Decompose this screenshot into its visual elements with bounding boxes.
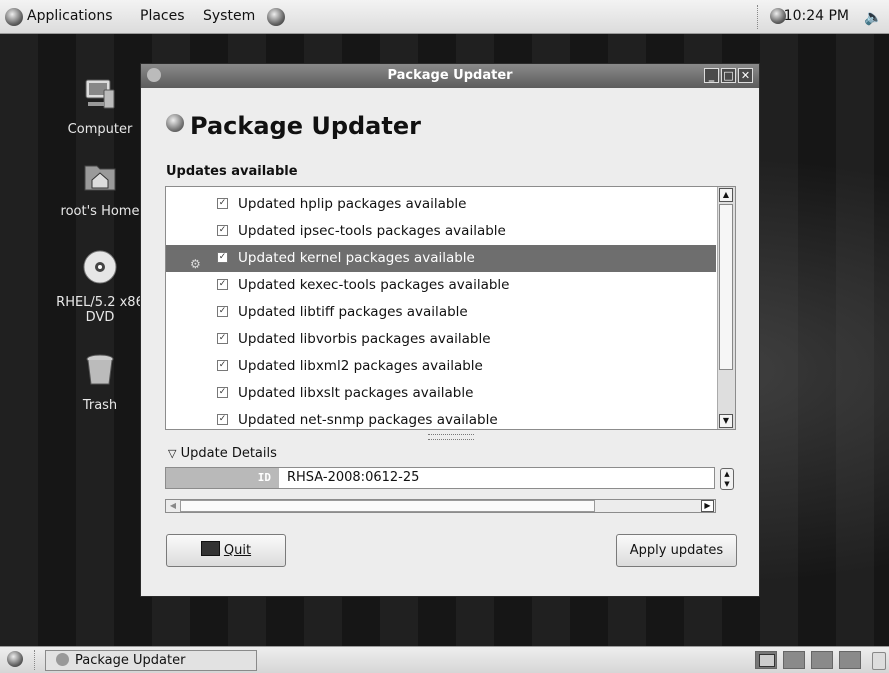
package-updater-icon (56, 653, 69, 666)
trash-applet-icon[interactable] (872, 652, 886, 670)
update-checkbox[interactable]: ✓ (217, 306, 228, 317)
window-titlebar[interactable]: Package Updater _ □ ✕ (141, 64, 759, 88)
panel-separator (757, 5, 762, 29)
details-spin-arrows-icon[interactable]: ▲ ▼ (720, 468, 734, 490)
workspace-1[interactable] (755, 651, 777, 669)
list-item[interactable]: ✓ Updated libtiff packages available (166, 299, 716, 326)
pane-resize-handle[interactable] (428, 434, 474, 440)
details-key: ID (166, 468, 279, 488)
update-label: Updated net-snmp packages available (238, 412, 498, 428)
workspace-2[interactable] (783, 651, 805, 669)
updates-list[interactable]: ✓ Updated hplip packages available ✓ Upd… (165, 186, 736, 430)
update-label: Updated libtiff packages available (238, 304, 468, 320)
update-label: Updated libxslt packages available (238, 385, 474, 401)
scroll-down-arrow-icon[interactable]: ▼ (719, 414, 733, 428)
desktop-icon-label: Computer (67, 122, 133, 137)
desktop-icon-home[interactable]: root's Home (50, 158, 150, 219)
list-item[interactable]: ✓ Updated kexec-tools packages available (166, 272, 716, 299)
scroll-left-arrow-icon[interactable]: ◀ (167, 501, 179, 511)
quit-label: Quit (223, 543, 252, 558)
horizontal-scrollbar[interactable]: ◀ ▶ (165, 499, 716, 513)
menu-places[interactable]: Places (140, 8, 185, 24)
update-checkbox[interactable]: ✓ (217, 198, 228, 209)
update-label: Updated ipsec-tools packages available (238, 223, 506, 239)
maximize-button[interactable]: □ (721, 68, 736, 83)
update-label: Updated kexec-tools packages available (238, 277, 510, 293)
desktop-icon-label: root's Home (60, 204, 140, 219)
list-item[interactable]: ✓ Updated hplip packages available (166, 191, 716, 218)
volume-icon[interactable]: 🔈 (864, 8, 883, 26)
workspace-4[interactable] (839, 651, 861, 669)
update-checkbox[interactable]: ✓ (217, 414, 228, 425)
close-button[interactable]: ✕ (738, 68, 753, 83)
update-details-expander[interactable]: ▽ Update Details (168, 446, 277, 461)
quit-button[interactable]: Quit (166, 534, 286, 567)
update-checkbox[interactable]: ✓ (217, 387, 228, 398)
update-label: Updated hplip packages available (238, 196, 467, 212)
update-checkbox[interactable]: ✓ (217, 225, 228, 236)
package-updater-icon (166, 114, 184, 132)
list-item[interactable]: ✓ Updated libvorbis packages available (166, 326, 716, 353)
update-label: Updated libvorbis packages available (238, 331, 491, 347)
applications-menu-icon[interactable] (5, 8, 23, 26)
desktop-icon-computer[interactable]: Computer (50, 76, 150, 137)
update-checkbox[interactable]: ✓ (217, 279, 228, 290)
desktop-icon-label: RHEL/5.2 x86 DVD (56, 295, 144, 325)
dvd-icon (83, 250, 117, 284)
trash-icon (86, 354, 114, 385)
scroll-right-arrow-icon[interactable]: ▶ (701, 500, 714, 512)
package-updater-window: Package Updater _ □ ✕ Package Updater Up… (140, 63, 760, 597)
quit-icon (200, 541, 220, 556)
apply-updates-button[interactable]: Apply updates (616, 534, 737, 567)
minimize-button[interactable]: _ (704, 68, 719, 83)
update-checkbox[interactable]: ✓ (217, 360, 228, 371)
menu-applications[interactable]: Applications (27, 8, 113, 24)
details-value: RHSA-2008:0612-25 (287, 470, 420, 485)
list-item-selected[interactable]: ⚙ ✓ Updated kernel packages available (166, 245, 716, 272)
update-label: Updated libxml2 packages available (238, 358, 483, 374)
update-checkbox[interactable]: ✓ (217, 333, 228, 344)
web-browser-launcher-icon[interactable] (267, 8, 285, 26)
horizontal-scrollbar-thumb[interactable] (180, 500, 595, 512)
clock[interactable]: 10:24 PM (784, 8, 849, 24)
apply-updates-label: Apply updates (629, 543, 724, 558)
updates-available-label: Updates available (166, 164, 298, 179)
vertical-scrollbar[interactable]: ▲ ▼ (717, 187, 735, 429)
show-desktop-icon[interactable] (7, 651, 23, 667)
expander-arrow-icon: ▽ (168, 447, 177, 460)
page-heading: Package Updater (166, 112, 421, 140)
list-item[interactable]: ✓ Updated net-snmp packages available (166, 407, 716, 429)
desktop-icon-label: Trash (82, 398, 118, 413)
computer-icon (85, 79, 115, 109)
window-app-icon[interactable] (147, 68, 161, 82)
menu-system[interactable]: System (203, 8, 255, 24)
home-folder-icon (84, 165, 116, 191)
desktop-icon-trash[interactable]: Trash (50, 352, 150, 413)
update-details-label: Update Details (180, 446, 277, 461)
update-label: Updated kernel packages available (238, 250, 475, 266)
taskbar-window-button[interactable]: Package Updater (45, 650, 257, 671)
scrollbar-thumb[interactable] (719, 204, 733, 370)
list-item[interactable]: ✓ Updated libxml2 packages available (166, 353, 716, 380)
update-checkbox[interactable]: ✓ (217, 252, 228, 263)
window-title: Package Updater (387, 68, 513, 83)
panel-handle (34, 650, 39, 670)
heading-text: Package Updater (190, 112, 421, 140)
workspace-3[interactable] (811, 651, 833, 669)
taskbar-window-label: Package Updater (75, 653, 186, 668)
list-item[interactable]: ✓ Updated libxslt packages available (166, 380, 716, 407)
top-panel: Applications Places System 10:24 PM 🔈 (0, 0, 889, 34)
desktop-icon-dvd[interactable]: RHEL/5.2 x86 DVD (50, 249, 150, 325)
list-item[interactable]: ✓ Updated ipsec-tools packages available (166, 218, 716, 245)
bottom-panel: Package Updater (0, 646, 889, 673)
details-table-row[interactable]: ID RHSA-2008:0612-25 (165, 467, 715, 489)
scroll-up-arrow-icon[interactable]: ▲ (719, 188, 733, 202)
